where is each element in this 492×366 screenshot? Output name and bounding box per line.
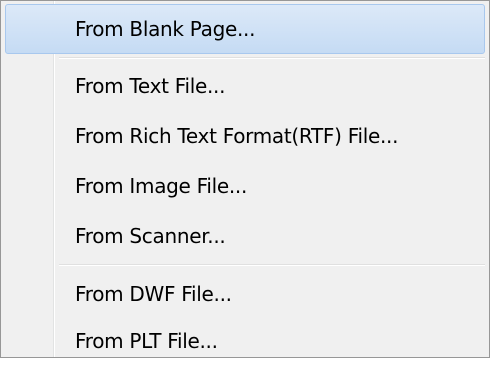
menu-item-label: From Text File... <box>75 74 226 98</box>
context-menu: From Blank Page... From Text File... Fro… <box>0 0 490 358</box>
menu-separator <box>59 264 485 266</box>
menu-item-from-plt-file[interactable]: From PLT File... <box>5 316 485 366</box>
menu-item-from-blank-page[interactable]: From Blank Page... <box>5 4 485 54</box>
menu-item-from-rtf-file[interactable]: From Rich Text Format(RTF) File... <box>5 111 485 161</box>
menu-item-label: From Scanner... <box>75 224 226 248</box>
menu-item-from-text-file[interactable]: From Text File... <box>5 61 485 111</box>
menu-item-label: From DWF File... <box>75 282 232 306</box>
menu-item-from-dwf-file[interactable]: From DWF File... <box>5 269 485 319</box>
menu-item-label: From Blank Page... <box>75 17 256 41</box>
menu-item-from-image-file[interactable]: From Image File... <box>5 161 485 211</box>
menu-item-from-scanner[interactable]: From Scanner... <box>5 211 485 261</box>
menu-item-label: From Rich Text Format(RTF) File... <box>75 124 399 148</box>
menu-separator <box>59 57 485 59</box>
menu-item-label: From Image File... <box>75 174 248 198</box>
menu-item-label: From PLT File... <box>75 329 218 353</box>
